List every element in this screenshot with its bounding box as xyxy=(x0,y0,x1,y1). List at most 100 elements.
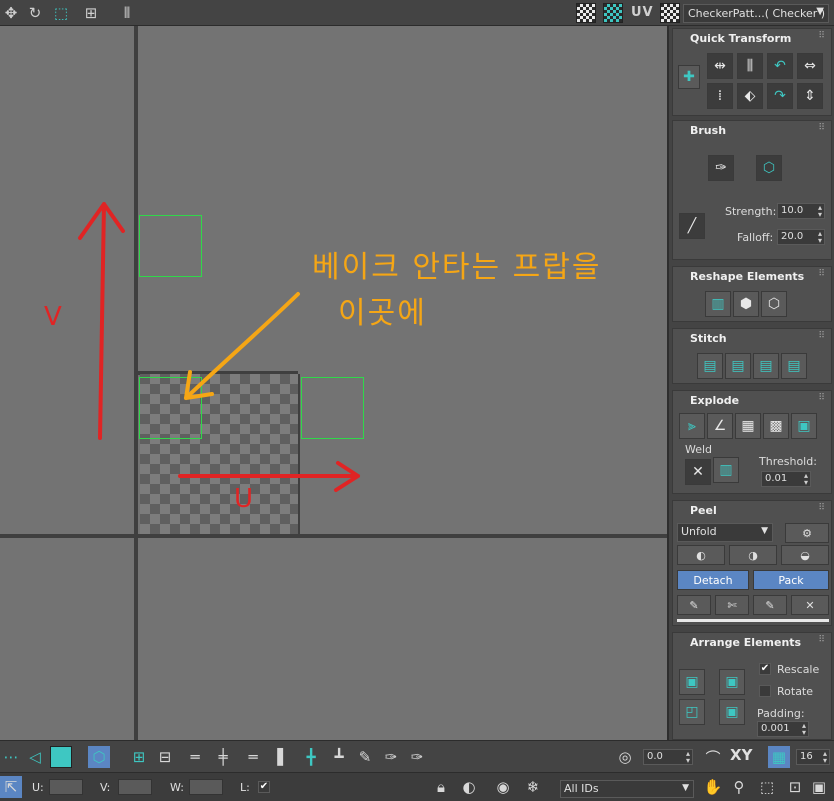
paint-grow-icon[interactable]: ✑ xyxy=(380,746,402,768)
align-edge-icon[interactable]: ⁞ xyxy=(707,83,733,109)
uv-mode-label[interactable]: UV xyxy=(631,5,654,20)
weld-all-icon[interactable]: ▥ xyxy=(713,457,739,483)
paint-move-icon[interactable]: ✑ xyxy=(708,155,734,181)
grid-size-spinner[interactable]: 16 ▴ ▾ xyxy=(796,749,830,765)
grip-icon[interactable]: ⠿ xyxy=(818,331,825,341)
align-vertical-icon[interactable]: ⫼ xyxy=(737,53,763,79)
space-horizontal-icon[interactable]: ⇔ xyxy=(797,53,823,79)
select-pins-icon[interactable]: ✕ xyxy=(791,595,829,615)
xy-toggle[interactable]: XY xyxy=(730,746,752,764)
grip-icon[interactable]: ⠿ xyxy=(818,503,825,513)
polygon-mode-icon[interactable] xyxy=(50,746,72,768)
padding-spinner[interactable]: 0.001 ▴ ▾ xyxy=(757,721,809,737)
detach-button[interactable]: Detach xyxy=(677,570,749,590)
unpin-icon[interactable]: ✄ xyxy=(715,595,749,615)
show-map-icon[interactable] xyxy=(576,3,596,23)
straighten-icon[interactable]: ▥ xyxy=(705,291,731,317)
relax-settings-icon[interactable]: ⬡ xyxy=(761,291,787,317)
explode-by-angle-icon[interactable]: ∠ xyxy=(707,413,733,439)
paint-shrink-icon[interactable]: ✑ xyxy=(406,746,428,768)
vertex-mode-icon[interactable]: ⋯ xyxy=(0,746,22,768)
id-filter-select[interactable]: All IDs ▼ xyxy=(560,780,694,798)
quick-planar-icon[interactable]: ✚ xyxy=(678,65,700,89)
loop-shrink-icon[interactable]: ═ xyxy=(242,746,264,768)
rotate-checkbox[interactable] xyxy=(759,685,771,697)
soft-selection-icon[interactable]: ◎ xyxy=(614,746,636,768)
zoom-extents-selected-icon[interactable]: ▣ xyxy=(808,776,830,798)
hide-icon[interactable]: ◐ xyxy=(458,776,480,798)
uv-viewport[interactable]: V U 베이크 안타는 프랍을 이곳에 xyxy=(0,26,667,740)
space-grid-icon[interactable]: ⬖ xyxy=(737,83,763,109)
brush-falloff-curve-icon[interactable]: ╱ xyxy=(679,213,705,239)
pack-rescale-icon[interactable]: ▣ xyxy=(719,699,745,725)
edge-mode-icon[interactable]: ◁ xyxy=(24,746,46,768)
w-coord-field[interactable] xyxy=(189,779,223,795)
grip-icon[interactable]: ⠿ xyxy=(818,635,825,645)
scale-icon[interactable]: ⬚ xyxy=(50,2,72,24)
rollout-title[interactable]: Quick Transform xyxy=(690,32,791,45)
grip-icon[interactable]: ⠿ xyxy=(818,31,825,41)
peel-mode-select[interactable]: Unfold ▼ xyxy=(677,523,773,542)
relax-brush-icon[interactable]: ⬡ xyxy=(756,155,782,181)
stitch-average-icon[interactable]: ▤ xyxy=(753,353,779,379)
rollout-title[interactable]: Reshape Elements xyxy=(690,270,804,283)
space-vertical-icon[interactable]: ⇕ xyxy=(797,83,823,109)
falloff-spinner[interactable]: 20.0 ▴ ▾ xyxy=(777,229,825,245)
grow-selection-icon[interactable]: ⊞ xyxy=(128,746,150,768)
texture-settings-icon[interactable] xyxy=(660,3,680,23)
rollout-title[interactable]: Arrange Elements xyxy=(690,636,801,649)
rollout-title[interactable]: Explode xyxy=(690,394,739,407)
falloff-curve-icon[interactable]: ⌒ xyxy=(702,746,724,768)
peel-reset-button[interactable]: ◒ xyxy=(781,545,829,565)
ring-grow-icon[interactable]: ╋ xyxy=(300,746,322,768)
grip-icon[interactable]: ⠿ xyxy=(818,269,825,279)
weld-selected-icon[interactable]: ✕ xyxy=(685,459,711,485)
rotate-ccw-icon[interactable]: ↶ xyxy=(767,53,793,79)
rotate-icon[interactable]: ↻ xyxy=(24,2,46,24)
pin-icon[interactable]: ✎ xyxy=(677,595,711,615)
checker-display-icon[interactable] xyxy=(603,3,623,23)
ring-icon[interactable]: ▌ xyxy=(272,746,294,768)
auto-pin-icon[interactable]: ✎ xyxy=(753,595,787,615)
lock-icon[interactable]: 🔒︎ xyxy=(430,776,452,798)
pack-normalize-icon[interactable]: ◰ xyxy=(679,699,705,725)
eye-icon[interactable]: ◉ xyxy=(492,776,514,798)
angle-spinner[interactable]: 0.0 ▴ ▾ xyxy=(643,749,693,765)
explode-by-smoothing-icon[interactable]: ⫸ xyxy=(679,413,705,439)
texture-select[interactable]: CheckerPatt...( Checker ) ▼ xyxy=(683,4,829,23)
zoom-region-icon[interactable]: ⬚ xyxy=(756,776,778,798)
explode-by-checker-icon[interactable]: ▩ xyxy=(763,413,789,439)
zoom-icon[interactable]: ⚲ xyxy=(728,776,750,798)
move-icon[interactable]: ✥ xyxy=(0,2,22,24)
rescale-checkbox[interactable]: ✔ xyxy=(759,663,771,675)
loop-icon[interactable]: ═ xyxy=(184,746,206,768)
l-checkbox[interactable]: ✔ xyxy=(258,781,270,793)
stitch-custom-icon[interactable]: ▤ xyxy=(697,353,723,379)
freeform-icon[interactable]: ⊞ xyxy=(80,2,102,24)
freeze-icon[interactable]: ❄ xyxy=(522,776,544,798)
rollout-title[interactable]: Stitch xyxy=(690,332,727,345)
shrink-selection-icon[interactable]: ⊟ xyxy=(154,746,176,768)
grip-icon[interactable]: ⠿ xyxy=(818,123,825,133)
element-mode-icon[interactable]: ⬡ xyxy=(88,746,110,768)
ring-shrink-icon[interactable]: ┻ xyxy=(328,746,350,768)
grip-icon[interactable]: ⠿ xyxy=(818,393,825,403)
peel-mode-button[interactable]: ◑ xyxy=(729,545,777,565)
explode-by-material-icon[interactable]: ▦ xyxy=(735,413,761,439)
align-horizontal-icon[interactable]: ⇹ xyxy=(707,53,733,79)
paint-select-icon[interactable]: ✎ xyxy=(354,746,376,768)
zoom-extents-icon[interactable]: ⊡ xyxy=(784,776,806,798)
pan-icon[interactable]: ✋ xyxy=(702,776,724,798)
explode-to-elements-icon[interactable]: ▣ xyxy=(791,413,817,439)
peel-settings-button[interactable]: ⚙ xyxy=(785,523,829,543)
rollout-title[interactable]: Peel xyxy=(690,504,717,517)
pack-button[interactable]: Pack xyxy=(753,570,829,590)
mirror-icon[interactable]: ⫴ xyxy=(116,2,138,24)
v-coord-field[interactable] xyxy=(118,779,152,795)
grid-snap-icon[interactable]: ▦ xyxy=(768,746,790,768)
loop-grow-icon[interactable]: ╪ xyxy=(212,746,234,768)
pack-together-icon[interactable]: ▣ xyxy=(719,669,745,695)
peel-quick-button[interactable]: ◐ xyxy=(677,545,725,565)
strength-spinner[interactable]: 10.0 ▴ ▾ xyxy=(777,203,825,219)
relax-icon[interactable]: ⬢ xyxy=(733,291,759,317)
